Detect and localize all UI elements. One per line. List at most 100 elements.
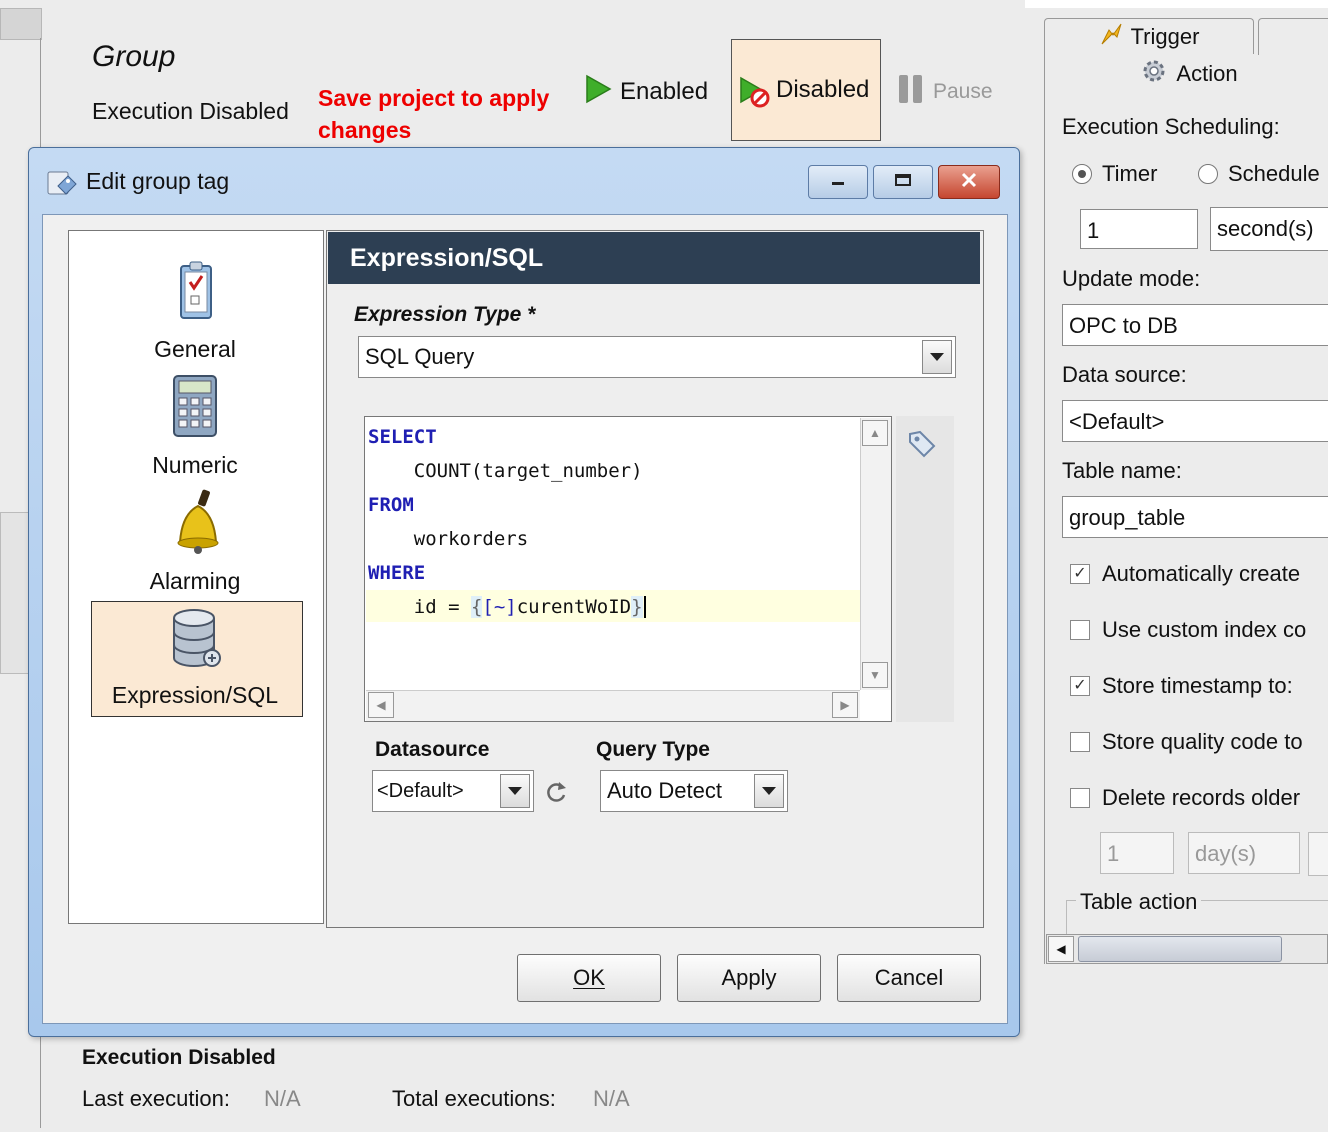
table-action-label: Table action bbox=[1076, 889, 1202, 915]
apply-button[interactable]: Apply bbox=[677, 954, 821, 1002]
datasource-select[interactable]: <Default> bbox=[372, 770, 534, 812]
table-name-input[interactable]: group_table bbox=[1062, 496, 1328, 538]
total-executions-label: Total executions: bbox=[392, 1086, 556, 1111]
rate-input[interactable]: 1 bbox=[1080, 209, 1198, 249]
custom-index-checkbox[interactable] bbox=[1070, 620, 1090, 640]
ok-label: OK bbox=[573, 965, 605, 990]
code-line-1: SELECT bbox=[368, 426, 437, 448]
refresh-icon[interactable] bbox=[542, 778, 570, 811]
chevron-down-icon[interactable] bbox=[922, 340, 952, 374]
data-source-select[interactable]: <Default> bbox=[1062, 400, 1328, 442]
delete-records-checkbox[interactable] bbox=[1070, 788, 1090, 808]
last-execution-value: N/A bbox=[264, 1086, 301, 1111]
nav-item-numeric[interactable]: Numeric bbox=[68, 372, 324, 482]
auto-create-checkbox[interactable]: ✓ bbox=[1070, 564, 1090, 584]
tab-other[interactable] bbox=[1258, 18, 1328, 55]
update-mode-select[interactable]: OPC to DB bbox=[1062, 304, 1328, 346]
group-title: Group bbox=[92, 40, 176, 73]
code-line-5: WHERE bbox=[368, 562, 426, 584]
store-quality-label: Store quality code to bbox=[1102, 729, 1303, 754]
pause-icon bbox=[897, 73, 925, 111]
delete-age-input[interactable]: 1 bbox=[1100, 832, 1174, 874]
auto-create-label: Automatically create bbox=[1102, 561, 1301, 586]
pause-button[interactable]: Pause bbox=[897, 74, 993, 110]
right-scroll-thumb[interactable] bbox=[1078, 936, 1282, 962]
tab-action[interactable]: Action bbox=[1044, 54, 1328, 94]
play-icon bbox=[584, 74, 612, 111]
section-title: Expression/SQL bbox=[328, 232, 980, 284]
tab-trigger-label: Trigger bbox=[1130, 23, 1200, 49]
clipboard-icon bbox=[178, 260, 214, 325]
code-tag-name: curentWoID bbox=[516, 596, 632, 618]
top-left-handle[interactable] bbox=[0, 8, 42, 40]
nav-alarming-label: Alarming bbox=[149, 568, 241, 594]
schedule-radio[interactable] bbox=[1198, 164, 1218, 184]
query-type-value: Auto Detect bbox=[607, 778, 722, 803]
data-source-label: Data source: bbox=[1062, 362, 1187, 387]
text-cursor bbox=[643, 596, 658, 618]
maximize-button[interactable] bbox=[873, 165, 933, 199]
dialog-tag-icon bbox=[46, 168, 78, 198]
cancel-label: Cancel bbox=[874, 965, 944, 990]
pause-label: Pause bbox=[933, 80, 993, 103]
delete-age-dropdown-arrow[interactable] bbox=[1308, 832, 1328, 876]
query-type-select[interactable]: Auto Detect bbox=[600, 770, 788, 812]
enabled-label: Enabled bbox=[620, 78, 709, 105]
close-button[interactable] bbox=[938, 165, 1000, 199]
ok-button[interactable]: OK bbox=[517, 954, 661, 1002]
expression-type-select[interactable]: SQL Query bbox=[358, 336, 956, 378]
code-line-6-prefix: id = bbox=[368, 596, 471, 618]
editor-vertical-scrollbar[interactable] bbox=[860, 418, 891, 690]
query-type-label: Query Type bbox=[596, 738, 710, 761]
rate-unit-select[interactable]: second(s) bbox=[1210, 207, 1328, 251]
code-brace-close: } bbox=[631, 596, 643, 618]
store-quality-checkbox[interactable] bbox=[1070, 732, 1090, 752]
nav-general-label: General bbox=[154, 336, 236, 362]
delete-records-label: Delete records older bbox=[1102, 785, 1301, 810]
datasource-label: Datasource bbox=[375, 738, 490, 761]
delete-age-unit-select[interactable]: day(s) bbox=[1188, 832, 1300, 874]
expression-type-label: Expression Type * bbox=[354, 303, 536, 326]
nav-item-alarming[interactable]: Alarming bbox=[68, 488, 324, 598]
chevron-down-icon[interactable] bbox=[754, 774, 784, 808]
code-line-3: FROM bbox=[368, 494, 414, 516]
minimize-icon bbox=[830, 173, 846, 191]
expression-type-value: SQL Query bbox=[365, 344, 475, 369]
trigger-icon bbox=[1099, 21, 1125, 53]
enabled-button[interactable]: Enabled bbox=[584, 74, 708, 110]
close-icon bbox=[960, 172, 978, 193]
disabled-button[interactable]: Disabled bbox=[731, 39, 881, 141]
tag-insert-icon[interactable] bbox=[906, 428, 938, 465]
nav-expression-sql-label: Expression/SQL bbox=[111, 682, 279, 708]
scroll-up-icon[interactable]: ▲ bbox=[862, 420, 888, 446]
execution-status: Execution Disabled bbox=[92, 98, 289, 124]
editor-scroll-left-icon[interactable]: ◀ bbox=[368, 692, 394, 718]
chevron-down-icon[interactable] bbox=[500, 774, 530, 808]
timer-radio[interactable] bbox=[1072, 164, 1092, 184]
tab-action-label: Action bbox=[1176, 61, 1238, 86]
database-icon bbox=[168, 608, 224, 677]
update-mode-label: Update mode: bbox=[1062, 266, 1201, 291]
minimize-button[interactable] bbox=[808, 165, 868, 199]
editor-horizontal-scrollbar[interactable] bbox=[366, 690, 860, 721]
scroll-left-icon[interactable]: ◀ bbox=[1048, 936, 1074, 962]
store-timestamp-label: Store timestamp to: bbox=[1102, 673, 1293, 698]
datasource-value: <Default> bbox=[377, 779, 464, 802]
calculator-icon bbox=[171, 374, 219, 445]
dialog-title: Edit group tag bbox=[86, 168, 230, 194]
editor-scroll-right-icon[interactable]: ▶ bbox=[832, 692, 858, 718]
maximize-icon bbox=[894, 173, 912, 192]
cancel-button[interactable]: Cancel bbox=[837, 954, 981, 1002]
store-timestamp-checkbox[interactable]: ✓ bbox=[1070, 676, 1090, 696]
code-line-6: id = {[~]curentWoID} bbox=[368, 596, 658, 618]
gear-icon bbox=[1140, 57, 1168, 91]
table-name-label: Table name: bbox=[1062, 458, 1182, 483]
tab-trigger[interactable]: Trigger bbox=[1044, 18, 1254, 54]
nav-item-general[interactable]: General bbox=[68, 256, 324, 366]
schedule-label: Schedule bbox=[1228, 161, 1320, 186]
disabled-icon bbox=[738, 76, 770, 115]
last-execution-label: Last execution: bbox=[82, 1086, 230, 1111]
total-executions-value: N/A bbox=[593, 1086, 630, 1111]
scroll-down-icon[interactable]: ▼ bbox=[862, 662, 888, 688]
nav-item-expression-sql[interactable]: Expression/SQL bbox=[68, 604, 324, 714]
